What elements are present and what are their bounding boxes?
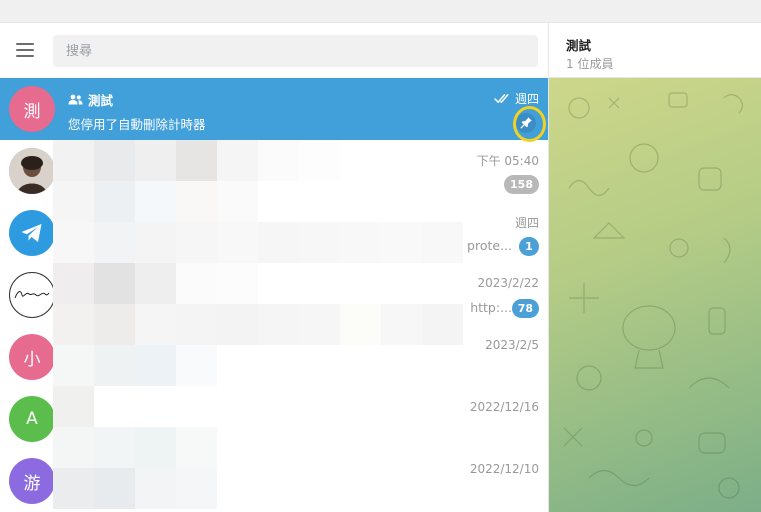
wallpaper-doodles <box>563 92 743 499</box>
chat-time: 週四 <box>514 216 539 230</box>
chat-time-row: 週四 <box>494 90 539 107</box>
chat-title-row: 測試 <box>68 90 113 109</box>
avatar: A <box>9 396 55 442</box>
avatar <box>9 148 55 194</box>
chat-time-row: 2023/2/22 <box>477 276 539 290</box>
chat-item[interactable]: 小 2023/2/5 <box>0 326 548 388</box>
unread-badge: 158 <box>504 175 539 194</box>
avatar <box>9 210 55 256</box>
conversation-member-count: 1 位成員 <box>566 57 614 71</box>
avatar-initial: 游 <box>23 473 41 494</box>
chat-item[interactable]: 游 2022/12/10 <box>0 450 548 512</box>
chat-preview-snippet: prote... <box>467 238 512 253</box>
chat-time: 2022/12/10 <box>469 462 539 476</box>
avatar-signature-logo <box>14 291 50 299</box>
chat-item[interactable]: 下午 05:40 158 <box>0 140 548 202</box>
conversation-title: 測試 <box>566 38 592 53</box>
chat-time-row: 2022/12/10 <box>470 462 539 476</box>
chat-item[interactable]: A 2022/12/16 <box>0 388 548 450</box>
chat-time-row: 2023/2/5 <box>485 338 539 352</box>
sidebar-top-bar <box>0 23 548 78</box>
chat-item-test[interactable]: 測 測試 您停用了自動刪除計時器 週四 <box>0 78 548 140</box>
avatar-initial: 測 <box>23 101 41 122</box>
chat-time: 2022/12/16 <box>469 400 539 414</box>
chat-list: 測 測試 您停用了自動刪除計時器 週四 下午 05:40 158 週四 prot… <box>0 78 548 512</box>
menu-icon[interactable] <box>16 43 36 57</box>
avatar-initial: 小 <box>23 349 41 370</box>
avatar <box>9 272 55 318</box>
search-input[interactable] <box>53 35 538 67</box>
chat-wallpaper <box>549 78 761 512</box>
chat-item[interactable]: 2023/2/22 http:... 78 <box>0 264 548 326</box>
window-titlebar <box>0 0 761 23</box>
avatar-initial: A <box>26 409 38 429</box>
avatar: 小 <box>9 334 55 380</box>
chat-time: 週四 <box>514 92 539 106</box>
chat-preview-snippet: http:... <box>470 300 512 315</box>
unread-badge: 78 <box>511 299 539 318</box>
chat-list-panel: 測 測試 您停用了自動刪除計時器 週四 <box>0 23 549 512</box>
telegram-logo-icon <box>21 224 42 242</box>
group-icon <box>68 94 83 105</box>
chat-title: 測試 <box>88 93 114 108</box>
chat-time-row: 2022/12/16 <box>470 400 539 414</box>
avatar: 游 <box>9 458 55 504</box>
chat-time-row: 週四 <box>515 214 539 231</box>
double-check-icon <box>494 94 509 103</box>
conversation-panel: 測試 1 位成員 <box>549 23 761 512</box>
chat-time-row: 下午 05:40 <box>477 152 539 169</box>
unread-badge: 1 <box>519 237 539 256</box>
conversation-header[interactable]: 測試 1 位成員 <box>549 23 761 78</box>
chat-item[interactable]: 週四 prote... 1 <box>0 202 548 264</box>
avatar-photo <box>9 148 55 194</box>
chat-time: 2023/2/22 <box>477 276 539 290</box>
annotation-highlight-circle <box>513 106 546 142</box>
chat-time: 下午 05:40 <box>476 154 539 168</box>
avatar: 測 <box>9 86 55 132</box>
chat-preview: 您停用了自動刪除計時器 <box>68 117 206 132</box>
chat-time: 2023/2/5 <box>485 338 539 352</box>
